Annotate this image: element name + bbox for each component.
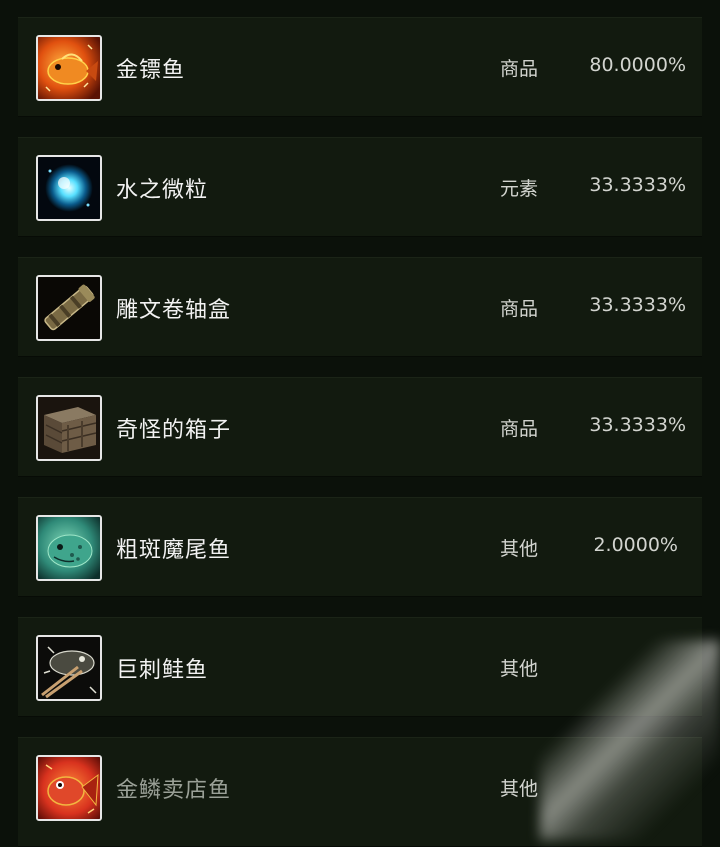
item-category: 商品 [500, 58, 539, 80]
item-name: 金鳞卖店鱼 [116, 778, 232, 803]
golden-scale-fish-icon [36, 755, 102, 821]
item-category: 元素 [500, 178, 539, 200]
drop-rate: 33.3333% [589, 174, 686, 196]
list-item[interactable]: 巨刺鲑鱼 其他 [18, 617, 702, 717]
scroll-case-icon [36, 275, 102, 341]
item-name: 粗斑魔尾鱼 [116, 538, 232, 563]
wooden-crate-icon [36, 395, 102, 461]
item-category: 商品 [500, 418, 539, 440]
item-name: 巨刺鲑鱼 [116, 658, 209, 683]
item-category: 其他 [500, 658, 539, 680]
spiny-salmon-icon [36, 635, 102, 701]
drop-rate: 33.3333% [589, 414, 686, 436]
drop-rate: 33.3333% [589, 294, 686, 316]
list-item[interactable]: 水之微粒 元素 33.3333% [18, 137, 702, 237]
item-category: 其他 [500, 778, 539, 800]
list-item[interactable]: 金镖鱼 商品 80.0000% [18, 17, 702, 117]
drop-rate: 2.0000% [593, 534, 678, 556]
item-category: 其他 [500, 538, 539, 560]
golden-darter-fish-icon [36, 35, 102, 101]
item-category: 商品 [500, 298, 539, 320]
loot-list: 金镖鱼 商品 80.0000% 水之微粒 元素 33.3333% 雕文卷轴盒 商… [0, 0, 720, 847]
list-item[interactable]: 粗斑魔尾鱼 其他 2.0000% [18, 497, 702, 597]
item-name: 雕文卷轴盒 [116, 298, 232, 323]
list-item[interactable]: 金鳞卖店鱼 其他 [18, 737, 702, 847]
item-name: 金镖鱼 [116, 58, 186, 83]
spotted-fish-icon [36, 515, 102, 581]
list-item[interactable]: 奇怪的箱子 商品 33.3333% [18, 377, 702, 477]
drop-rate: 80.0000% [589, 54, 686, 76]
item-name: 水之微粒 [116, 178, 209, 203]
list-item[interactable]: 雕文卷轴盒 商品 33.3333% [18, 257, 702, 357]
item-name: 奇怪的箱子 [116, 418, 232, 443]
mote-of-water-icon [36, 155, 102, 221]
